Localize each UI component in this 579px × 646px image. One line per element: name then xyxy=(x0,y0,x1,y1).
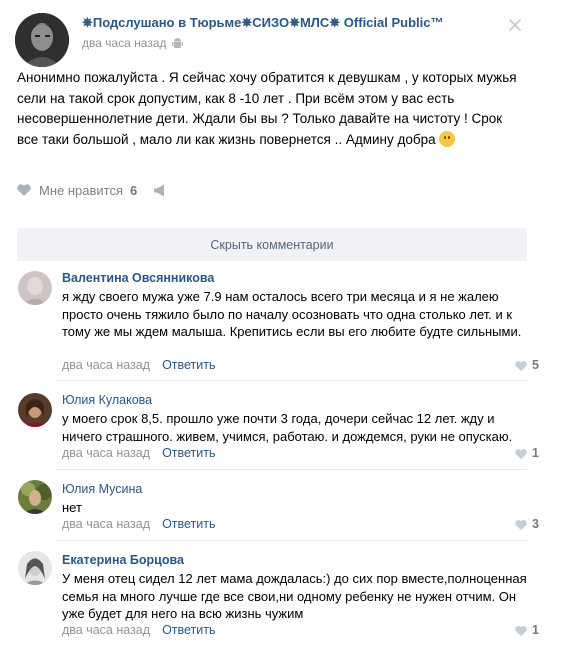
comment-like-button[interactable] xyxy=(496,517,528,533)
comment-meta: два часа назад Ответить xyxy=(62,623,216,637)
comment-avatar[interactable] xyxy=(18,271,52,305)
comment-like-button[interactable] xyxy=(496,446,528,462)
heart-icon xyxy=(16,183,32,197)
heart-icon xyxy=(514,519,528,531)
comment-avatar[interactable] xyxy=(18,393,52,427)
android-icon xyxy=(171,37,183,49)
reply-button[interactable]: Ответить xyxy=(162,517,215,531)
comment-meta: два часа назад Ответить xyxy=(62,446,216,460)
comment-text: У меня отец сидел 12 лет мама дождалась:… xyxy=(62,571,527,621)
comment-meta: два часа назад Ответить xyxy=(62,517,216,531)
comment-divider xyxy=(56,469,527,470)
like-label: Мне нравится xyxy=(39,182,124,198)
comment-like-count: 1 xyxy=(532,623,539,637)
heart-icon xyxy=(514,625,528,637)
reply-button[interactable]: Ответить xyxy=(162,446,215,460)
comment-time[interactable]: два часа назад xyxy=(62,358,150,372)
comment-like-button[interactable] xyxy=(496,358,528,374)
like-count: 6 xyxy=(130,182,138,198)
comment-like-count: 3 xyxy=(532,517,539,531)
like-button[interactable]: Мне нравится 6 xyxy=(16,183,137,198)
comment-author[interactable]: Юлия Мусина xyxy=(62,482,142,496)
reply-button[interactable]: Ответить xyxy=(162,358,215,372)
comment-avatar[interactable] xyxy=(18,551,52,585)
comment-author[interactable]: Валентина Овсянникова xyxy=(62,271,214,285)
comment-time[interactable]: два часа назад xyxy=(62,446,150,460)
comment-avatar[interactable] xyxy=(18,480,52,514)
post-author-title[interactable]: ✵Подслушано в Тюрьме✵СИЗО✵МЛС✵ Official … xyxy=(82,15,444,31)
share-icon[interactable] xyxy=(153,184,169,197)
post-text: Анонимно пожалуйста . Я сейчас хочу обра… xyxy=(17,68,522,150)
heart-icon xyxy=(514,360,528,372)
heart-icon xyxy=(514,448,528,460)
post-actions: Мне нравится 6 xyxy=(16,180,169,200)
post-more-icon[interactable] xyxy=(508,18,522,32)
comment-time[interactable]: два часа назад xyxy=(62,623,150,637)
reply-button[interactable]: Ответить xyxy=(162,623,215,637)
comment-like-count: 1 xyxy=(532,446,539,460)
comment-text: я жду своего мужа уже 7.9 нам осталось в… xyxy=(62,289,522,339)
comment-author[interactable]: Екатерина Борцова xyxy=(62,553,184,567)
comment-like-button[interactable] xyxy=(496,623,528,639)
comment-text: нет xyxy=(62,500,82,515)
comment-like-count: 5 xyxy=(532,358,539,372)
comment-meta: два часа назад Ответить xyxy=(62,358,216,372)
post-avatar[interactable] xyxy=(15,13,69,67)
smile-emoji-icon xyxy=(438,130,455,147)
comment-text: у моего срок 8,5. прошло уже почти 3 год… xyxy=(62,411,513,444)
comment-divider xyxy=(56,540,527,541)
comment-time[interactable]: два часа назад xyxy=(62,517,150,531)
comment-author[interactable]: Юлия Кулакова xyxy=(62,393,152,407)
post-time[interactable]: два часа назад xyxy=(82,36,167,50)
hide-comments-button[interactable]: Скрыть комментарии xyxy=(17,228,527,261)
comment-divider xyxy=(56,380,527,381)
